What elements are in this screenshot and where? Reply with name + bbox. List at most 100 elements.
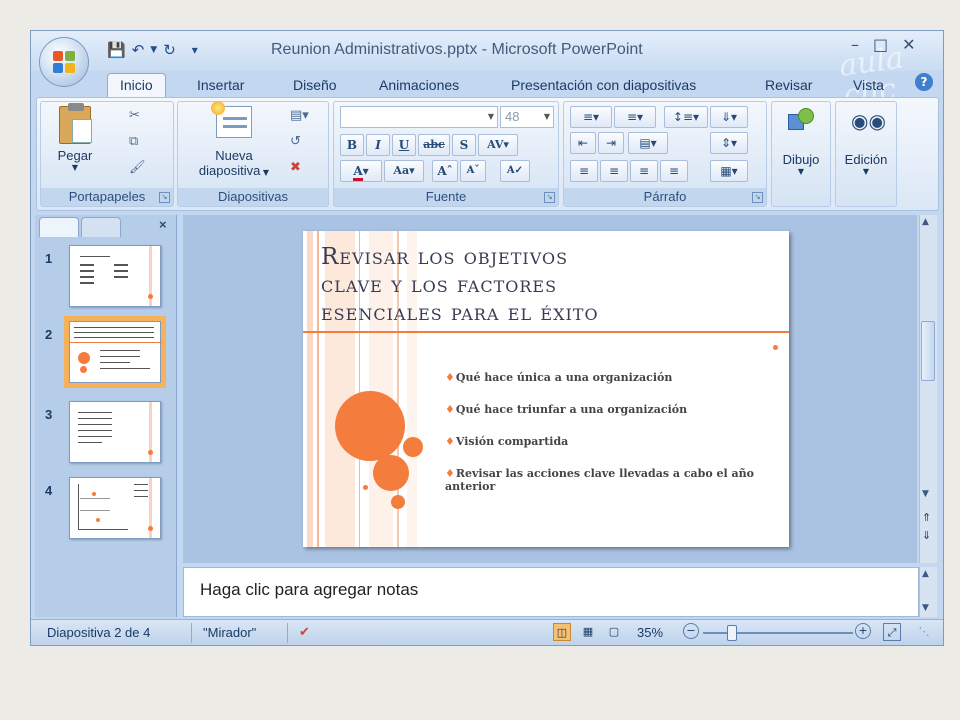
font-group: ▼ 48 ▼ B I U abc S AV▾ A▾ Aa▾ Aˆ Aˇ A✓ Fu… [333, 101, 559, 207]
decor-circle [363, 485, 368, 490]
clipboard-launcher-icon[interactable]: ↘ [159, 192, 170, 203]
align-right-icon[interactable]: ≡ [630, 160, 658, 182]
smartart-button[interactable]: ▦▾ [710, 160, 748, 182]
help-icon[interactable]: ? [915, 73, 933, 91]
notes-scroll-down-icon[interactable]: ▼ [922, 603, 929, 613]
paste-button[interactable]: Pegar ▼ [49, 103, 101, 172]
paragraph-launcher-icon[interactable]: ↘ [752, 192, 763, 203]
slide-bullet[interactable]: ♦Revisar las acciones clave llevadas a c… [445, 467, 765, 493]
columns-button[interactable]: ▤▾ [628, 132, 668, 154]
bold-button[interactable]: B [340, 134, 364, 156]
decor-circle [391, 495, 405, 509]
maximize-icon[interactable]: □ [873, 35, 888, 54]
editing-dropdown-icon[interactable]: ▼ [838, 167, 894, 176]
notes-scrollbar[interactable]: ▲ ▼ [919, 567, 937, 617]
paste-dropdown-icon[interactable]: ▼ [49, 163, 101, 172]
format-painter-icon[interactable]: 🖌 [129, 160, 146, 175]
grow-font-icon[interactable]: Aˆ [432, 160, 458, 182]
scroll-down-icon[interactable]: ▼ [922, 489, 929, 499]
close-icon[interactable]: ✕ [902, 35, 915, 54]
justify-icon[interactable]: ≡ [660, 160, 688, 182]
window-controls: – □ ✕ [851, 35, 916, 54]
italic-button[interactable]: I [366, 134, 390, 156]
tab-vista[interactable]: Vista [853, 77, 884, 93]
zoom-out-icon[interactable]: − [683, 623, 699, 639]
zoom-slider[interactable] [703, 632, 853, 634]
editing-button[interactable]: ◉◉ Edición ▼ [838, 106, 894, 176]
slide-sorter-view-icon[interactable]: ▦ [579, 623, 597, 641]
bullets-button[interactable]: ≡▾ [570, 106, 612, 128]
slide-bullet[interactable]: ♦Qué hace única a una organización [445, 371, 765, 384]
tab-revisar[interactable]: Revisar [765, 77, 812, 93]
redo-icon[interactable]: ↻ [163, 42, 176, 58]
slide-thumbnail-2[interactable] [64, 316, 166, 388]
normal-view-icon[interactable]: ◫ [553, 623, 571, 641]
align-center-icon[interactable]: ≡ [600, 160, 628, 182]
slide-thumbnail-1[interactable] [69, 245, 161, 307]
clear-formatting-icon[interactable]: A✓ [500, 160, 530, 182]
tab-animaciones[interactable]: Animaciones [379, 77, 459, 93]
zoom-in-icon[interactable]: + [855, 623, 871, 639]
text-direction-button[interactable]: ⇓▾ [710, 106, 748, 128]
layout-icon[interactable]: ▤▾ [290, 108, 309, 123]
close-panel-icon[interactable]: × [159, 217, 167, 232]
notes-scroll-up-icon[interactable]: ▲ [922, 569, 929, 579]
change-case-button[interactable]: Aa▾ [384, 160, 424, 182]
font-size-combo[interactable]: 48 ▼ [500, 106, 554, 128]
line-spacing-button[interactable]: ↕≡▾ [664, 106, 708, 128]
spelling-check-icon[interactable]: ✔ [299, 625, 310, 640]
scroll-up-icon[interactable]: ▲ [922, 217, 929, 227]
shadow-button[interactable]: S [452, 134, 476, 156]
zoom-level[interactable]: 35% [637, 625, 663, 640]
font-color-button[interactable]: A▾ [340, 160, 382, 182]
cut-icon[interactable]: ✂ [129, 108, 140, 123]
undo-icon[interactable]: ↶ [132, 42, 145, 58]
font-launcher-icon[interactable]: ↘ [544, 192, 555, 203]
drawing-dropdown-icon[interactable]: ▼ [774, 167, 828, 176]
slide-thumbnail-4[interactable] [69, 477, 161, 539]
current-slide[interactable]: Revisar los objetivos clave y los factor… [303, 231, 789, 547]
align-text-button[interactable]: ⇕▾ [710, 132, 748, 154]
zoom-slider-thumb[interactable] [727, 625, 737, 641]
character-spacing-button[interactable]: AV▾ [478, 134, 518, 156]
new-slide-button[interactable]: Nueva diapositiva ▼ [182, 101, 286, 180]
notes-pane[interactable]: Haga clic para agregar notas [183, 567, 919, 617]
slide-bullet[interactable]: ♦Qué hace triunfar a una organización [445, 403, 765, 416]
fit-to-window-icon[interactable]: ⤢ [883, 623, 901, 641]
strikethrough-button[interactable]: abc [418, 134, 450, 156]
delete-slide-icon[interactable]: ✖ [290, 160, 301, 175]
slides-group-label: Diapositivas [178, 188, 328, 206]
slides-tab-icon[interactable] [39, 217, 79, 237]
minimize-icon[interactable]: – [851, 35, 859, 54]
outline-tab-icon[interactable] [81, 217, 121, 237]
office-button[interactable] [39, 37, 89, 87]
copy-icon[interactable]: ⧉ [129, 134, 138, 149]
reset-slide-icon[interactable]: ↺ [290, 134, 301, 149]
tab-diseno[interactable]: Diseño [293, 77, 337, 93]
tab-presentacion[interactable]: Presentación con diapositivas [511, 77, 696, 93]
numbering-button[interactable]: ≡▾ [614, 106, 656, 128]
powerpoint-window: 💾 ↶ ▼ ↻ ▾ Reunion Administrativos.pptx -… [30, 30, 944, 646]
decrease-indent-icon[interactable]: ⇤ [570, 132, 596, 154]
paragraph-group: ≡▾ ≡▾ ↕≡▾ ⇓▾ ⇤ ⇥ ▤▾ ⇕▾ ≡ ≡ ≡ ≡ ▦▾ Párraf… [563, 101, 767, 207]
save-icon[interactable]: 💾 [107, 42, 126, 58]
drawing-button[interactable]: Dibujo ▼ [774, 106, 828, 176]
tab-insertar[interactable]: Insertar [197, 77, 244, 93]
undo-dropdown-icon[interactable]: ▼ [150, 45, 157, 55]
increase-indent-icon[interactable]: ⇥ [598, 132, 624, 154]
slide-bullet[interactable]: ♦Visión compartida [445, 435, 765, 448]
scroll-thumb[interactable] [921, 321, 935, 381]
slide-title[interactable]: Revisar los objetivos clave y los factor… [321, 243, 789, 327]
vertical-scrollbar[interactable]: ▲ ▼ ⇑ ⇓ [919, 215, 937, 563]
new-slide-dropdown-icon[interactable]: ▼ [260, 168, 269, 177]
previous-slide-icon[interactable]: ⇑ [922, 511, 931, 524]
next-slide-icon[interactable]: ⇓ [922, 529, 931, 542]
shrink-font-icon[interactable]: Aˇ [460, 160, 486, 182]
font-name-combo[interactable]: ▼ [340, 106, 498, 128]
slide-thumbnail-3[interactable] [69, 401, 161, 463]
align-left-icon[interactable]: ≡ [570, 160, 598, 182]
tab-inicio[interactable]: Inicio [107, 73, 166, 99]
slideshow-view-icon[interactable]: ▢ [605, 623, 623, 641]
underline-button[interactable]: U [392, 134, 416, 156]
customize-toolbar-icon[interactable]: ▾ [192, 44, 198, 56]
